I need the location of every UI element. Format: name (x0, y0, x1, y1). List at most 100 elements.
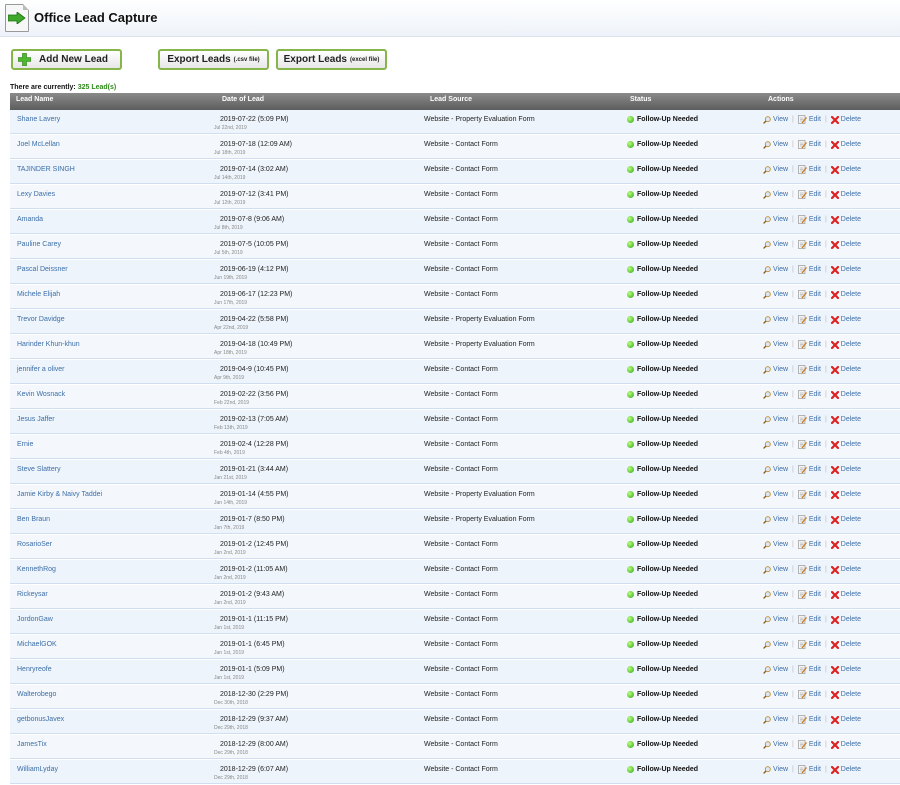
lead-name-link[interactable]: Lexy Davies (17, 191, 55, 198)
view-button[interactable]: View (763, 240, 788, 249)
delete-button[interactable]: Delete (830, 490, 861, 499)
lead-name-link[interactable]: MichaelGOK (17, 641, 57, 648)
view-button[interactable]: View (763, 415, 788, 424)
view-button[interactable]: View (763, 115, 788, 124)
edit-button[interactable]: Edit (798, 640, 821, 649)
header-source[interactable]: Lead Source (430, 96, 472, 103)
lead-name-link[interactable]: Ernie (17, 441, 33, 448)
view-button[interactable]: View (763, 515, 788, 524)
delete-button[interactable]: Delete (830, 390, 861, 399)
delete-button[interactable]: Delete (830, 340, 861, 349)
edit-button[interactable]: Edit (798, 165, 821, 174)
view-button[interactable]: View (763, 290, 788, 299)
header-lead-name[interactable]: Lead Name (16, 96, 53, 103)
lead-name-link[interactable]: KennethRog (17, 566, 56, 573)
edit-button[interactable]: Edit (798, 740, 821, 749)
view-button[interactable]: View (763, 740, 788, 749)
delete-button[interactable]: Delete (830, 765, 861, 774)
edit-button[interactable]: Edit (798, 690, 821, 699)
view-button[interactable]: View (763, 490, 788, 499)
lead-name-link[interactable]: Michele Elijah (17, 291, 60, 298)
edit-button[interactable]: Edit (798, 665, 821, 674)
lead-name-link[interactable]: Steve Slattery (17, 466, 61, 473)
edit-button[interactable]: Edit (798, 565, 821, 574)
view-button[interactable]: View (763, 440, 788, 449)
edit-button[interactable]: Edit (798, 240, 821, 249)
view-button[interactable]: View (763, 365, 788, 374)
lead-name-link[interactable]: Harinder Khun-khun (17, 341, 80, 348)
lead-name-link[interactable]: Amanda (17, 216, 43, 223)
delete-button[interactable]: Delete (830, 690, 861, 699)
lead-name-link[interactable]: Walterobego (17, 691, 56, 698)
view-button[interactable]: View (763, 540, 788, 549)
view-button[interactable]: View (763, 215, 788, 224)
edit-button[interactable]: Edit (798, 340, 821, 349)
delete-button[interactable]: Delete (830, 190, 861, 199)
view-button[interactable]: View (763, 265, 788, 274)
edit-button[interactable]: Edit (798, 765, 821, 774)
edit-button[interactable]: Edit (798, 415, 821, 424)
view-button[interactable]: View (763, 665, 788, 674)
lead-name-link[interactable]: Jesus Jaffer (17, 416, 55, 423)
edit-button[interactable]: Edit (798, 190, 821, 199)
delete-button[interactable]: Delete (830, 240, 861, 249)
delete-button[interactable]: Delete (830, 465, 861, 474)
view-button[interactable]: View (763, 140, 788, 149)
lead-name-link[interactable]: Ben Braun (17, 516, 50, 523)
edit-button[interactable]: Edit (798, 440, 821, 449)
edit-button[interactable]: Edit (798, 115, 821, 124)
delete-button[interactable]: Delete (830, 115, 861, 124)
edit-button[interactable]: Edit (798, 215, 821, 224)
lead-name-link[interactable]: RosarioSer (17, 541, 52, 548)
delete-button[interactable]: Delete (830, 290, 861, 299)
delete-button[interactable]: Delete (830, 215, 861, 224)
view-button[interactable]: View (763, 465, 788, 474)
delete-button[interactable]: Delete (830, 565, 861, 574)
header-status[interactable]: Status (630, 96, 651, 103)
delete-button[interactable]: Delete (830, 415, 861, 424)
delete-button[interactable]: Delete (830, 615, 861, 624)
lead-name-link[interactable]: JordonGaw (17, 616, 53, 623)
delete-button[interactable]: Delete (830, 590, 861, 599)
lead-name-link[interactable]: Pauline Carey (17, 241, 61, 248)
edit-button[interactable]: Edit (798, 615, 821, 624)
view-button[interactable]: View (763, 765, 788, 774)
edit-button[interactable]: Edit (798, 715, 821, 724)
edit-button[interactable]: Edit (798, 290, 821, 299)
delete-button[interactable]: Delete (830, 365, 861, 374)
view-button[interactable]: View (763, 340, 788, 349)
lead-name-link[interactable]: TAJINDER SINGH (17, 166, 75, 173)
delete-button[interactable]: Delete (830, 715, 861, 724)
delete-button[interactable]: Delete (830, 540, 861, 549)
edit-button[interactable]: Edit (798, 465, 821, 474)
add-new-lead-button[interactable]: Add New Lead (11, 49, 122, 70)
delete-button[interactable]: Delete (830, 740, 861, 749)
edit-button[interactable]: Edit (798, 540, 821, 549)
view-button[interactable]: View (763, 715, 788, 724)
lead-name-link[interactable]: Pascal Deissner (17, 266, 68, 273)
lead-name-link[interactable]: Rickeysar (17, 591, 48, 598)
header-date[interactable]: Date of Lead (222, 96, 264, 103)
export-excel-button[interactable]: Export Leads (excel file) (276, 49, 387, 70)
lead-name-link[interactable]: Kevin Wosnack (17, 391, 65, 398)
delete-button[interactable]: Delete (830, 315, 861, 324)
view-button[interactable]: View (763, 690, 788, 699)
lead-name-link[interactable]: WilliamLyday (17, 766, 58, 773)
lead-name-link[interactable]: Jamie Kirby & Naivy Taddei (17, 491, 102, 498)
lead-name-link[interactable]: Joel McLellan (17, 141, 60, 148)
edit-button[interactable]: Edit (798, 365, 821, 374)
view-button[interactable]: View (763, 590, 788, 599)
delete-button[interactable]: Delete (830, 165, 861, 174)
view-button[interactable]: View (763, 190, 788, 199)
edit-button[interactable]: Edit (798, 140, 821, 149)
view-button[interactable]: View (763, 390, 788, 399)
edit-button[interactable]: Edit (798, 515, 821, 524)
edit-button[interactable]: Edit (798, 490, 821, 499)
view-button[interactable]: View (763, 565, 788, 574)
delete-button[interactable]: Delete (830, 640, 861, 649)
delete-button[interactable]: Delete (830, 265, 861, 274)
delete-button[interactable]: Delete (830, 515, 861, 524)
delete-button[interactable]: Delete (830, 665, 861, 674)
view-button[interactable]: View (763, 165, 788, 174)
lead-name-link[interactable]: getbonusJavex (17, 716, 64, 723)
